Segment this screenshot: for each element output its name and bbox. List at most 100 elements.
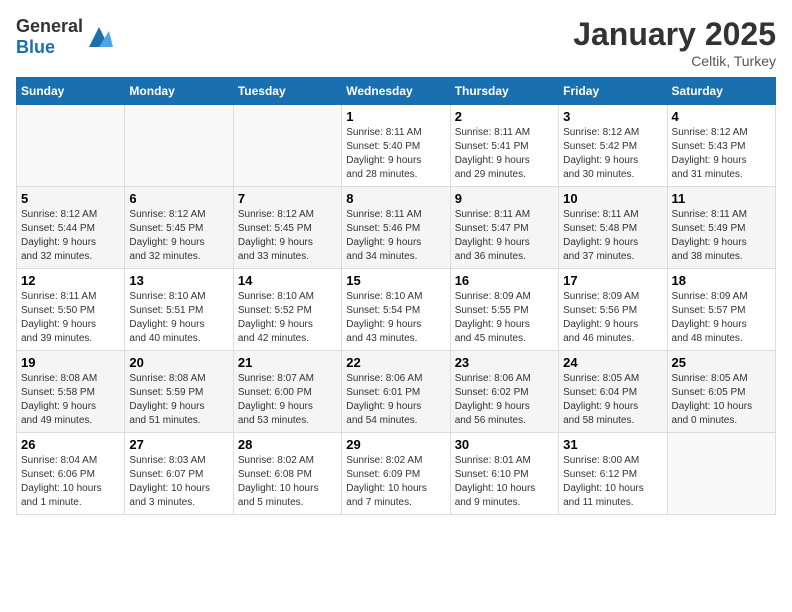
- calendar-day-cell: 10 Sunrise: 8:11 AM Sunset: 5:48 PM Dayli…: [559, 187, 667, 269]
- day-info: Sunrise: 8:00 AM Sunset: 6:12 PM Dayligh…: [563, 454, 662, 510]
- day-info: Sunrise: 8:11 AM Sunset: 5:48 PM Dayligh…: [563, 208, 662, 264]
- day-info: Sunrise: 8:12 AM Sunset: 5:45 PM Dayligh…: [129, 208, 228, 264]
- day-number: 5: [21, 191, 120, 206]
- day-number: 13: [129, 273, 228, 288]
- logo-icon: [85, 23, 113, 51]
- day-info: Sunrise: 8:02 AM Sunset: 6:09 PM Dayligh…: [346, 454, 445, 510]
- calendar-day-cell: 23 Sunrise: 8:06 AM Sunset: 6:02 PM Dayli…: [450, 351, 558, 433]
- col-friday: Friday: [559, 78, 667, 105]
- calendar-day-cell: 21 Sunrise: 8:07 AM Sunset: 6:00 PM Dayli…: [233, 351, 341, 433]
- col-tuesday: Tuesday: [233, 78, 341, 105]
- day-info: Sunrise: 8:12 AM Sunset: 5:43 PM Dayligh…: [672, 126, 771, 182]
- calendar-day-cell: 4 Sunrise: 8:12 AM Sunset: 5:43 PM Daylig…: [667, 105, 775, 187]
- calendar-week-row: 5 Sunrise: 8:12 AM Sunset: 5:44 PM Daylig…: [17, 187, 776, 269]
- calendar-week-row: 12 Sunrise: 8:11 AM Sunset: 5:50 PM Dayli…: [17, 269, 776, 351]
- calendar-day-cell: 28 Sunrise: 8:02 AM Sunset: 6:08 PM Dayli…: [233, 433, 341, 515]
- calendar-day-cell: [667, 433, 775, 515]
- calendar-day-cell: 31 Sunrise: 8:00 AM Sunset: 6:12 PM Dayli…: [559, 433, 667, 515]
- day-info: Sunrise: 8:08 AM Sunset: 5:58 PM Dayligh…: [21, 372, 120, 428]
- col-sunday: Sunday: [17, 78, 125, 105]
- day-number: 17: [563, 273, 662, 288]
- calendar-day-cell: 27 Sunrise: 8:03 AM Sunset: 6:07 PM Dayli…: [125, 433, 233, 515]
- day-info: Sunrise: 8:10 AM Sunset: 5:54 PM Dayligh…: [346, 290, 445, 346]
- calendar-header: Sunday Monday Tuesday Wednesday Thursday…: [17, 78, 776, 105]
- col-monday: Monday: [125, 78, 233, 105]
- calendar-day-cell: 2 Sunrise: 8:11 AM Sunset: 5:41 PM Daylig…: [450, 105, 558, 187]
- day-number: 15: [346, 273, 445, 288]
- calendar-table: Sunday Monday Tuesday Wednesday Thursday…: [16, 77, 776, 515]
- day-number: 7: [238, 191, 337, 206]
- day-info: Sunrise: 8:11 AM Sunset: 5:49 PM Dayligh…: [672, 208, 771, 264]
- day-number: 29: [346, 437, 445, 452]
- day-info: Sunrise: 8:12 AM Sunset: 5:45 PM Dayligh…: [238, 208, 337, 264]
- calendar-subtitle: Celtik, Turkey: [573, 53, 776, 69]
- day-info: Sunrise: 8:11 AM Sunset: 5:46 PM Dayligh…: [346, 208, 445, 264]
- calendar-day-cell: 16 Sunrise: 8:09 AM Sunset: 5:55 PM Dayli…: [450, 269, 558, 351]
- calendar-day-cell: 22Sunrise: 8:06 AM Sunset: 6:01 PM Dayli…: [342, 351, 450, 433]
- day-number: 30: [455, 437, 554, 452]
- day-info: Sunrise: 8:08 AM Sunset: 5:59 PM Dayligh…: [129, 372, 228, 428]
- day-info: Sunrise: 8:11 AM Sunset: 5:41 PM Dayligh…: [455, 126, 554, 182]
- day-info: Sunrise: 8:06 AM Sunset: 6:01 PM Dayligh…: [346, 372, 445, 428]
- day-number: 16: [455, 273, 554, 288]
- day-info: Sunrise: 8:05 AM Sunset: 6:04 PM Dayligh…: [563, 372, 662, 428]
- day-number: 4: [672, 109, 771, 124]
- calendar-day-cell: [125, 105, 233, 187]
- calendar-day-cell: 9 Sunrise: 8:11 AM Sunset: 5:47 PM Daylig…: [450, 187, 558, 269]
- calendar-day-cell: [233, 105, 341, 187]
- day-info: Sunrise: 8:09 AM Sunset: 5:55 PM Dayligh…: [455, 290, 554, 346]
- day-number: 27: [129, 437, 228, 452]
- calendar-day-cell: 15 Sunrise: 8:10 AM Sunset: 5:54 PM Dayli…: [342, 269, 450, 351]
- day-info: Sunrise: 8:04 AM Sunset: 6:06 PM Dayligh…: [21, 454, 120, 510]
- calendar-day-cell: 19 Sunrise: 8:08 AM Sunset: 5:58 PM Dayli…: [17, 351, 125, 433]
- calendar-day-cell: 24 Sunrise: 8:05 AM Sunset: 6:04 PM Dayli…: [559, 351, 667, 433]
- calendar-day-cell: 30 Sunrise: 8:01 AM Sunset: 6:10 PM Dayli…: [450, 433, 558, 515]
- calendar-week-row: 1Sunrise: 8:11 AM Sunset: 5:40 PM Daylig…: [17, 105, 776, 187]
- day-number: 23: [455, 355, 554, 370]
- calendar-day-cell: 29 Sunrise: 8:02 AM Sunset: 6:09 PM Dayli…: [342, 433, 450, 515]
- day-number: 10: [563, 191, 662, 206]
- title-section: January 2025 Celtik, Turkey: [573, 16, 776, 69]
- col-saturday: Saturday: [667, 78, 775, 105]
- calendar-day-cell: 7 Sunrise: 8:12 AM Sunset: 5:45 PM Daylig…: [233, 187, 341, 269]
- day-number: 2: [455, 109, 554, 124]
- calendar-day-cell: 8Sunrise: 8:11 AM Sunset: 5:46 PM Daylig…: [342, 187, 450, 269]
- day-number: 21: [238, 355, 337, 370]
- logo: General Blue: [16, 16, 113, 58]
- day-number: 18: [672, 273, 771, 288]
- calendar-body: 1Sunrise: 8:11 AM Sunset: 5:40 PM Daylig…: [17, 105, 776, 515]
- day-number: 20: [129, 355, 228, 370]
- day-info: Sunrise: 8:11 AM Sunset: 5:50 PM Dayligh…: [21, 290, 120, 346]
- day-number: 31: [563, 437, 662, 452]
- calendar-day-cell: 25Sunrise: 8:05 AM Sunset: 6:05 PM Dayli…: [667, 351, 775, 433]
- day-info: Sunrise: 8:10 AM Sunset: 5:51 PM Dayligh…: [129, 290, 228, 346]
- day-info: Sunrise: 8:11 AM Sunset: 5:47 PM Dayligh…: [455, 208, 554, 264]
- day-info: Sunrise: 8:01 AM Sunset: 6:10 PM Dayligh…: [455, 454, 554, 510]
- day-number: 3: [563, 109, 662, 124]
- day-number: 19: [21, 355, 120, 370]
- day-info: Sunrise: 8:12 AM Sunset: 5:44 PM Dayligh…: [21, 208, 120, 264]
- logo-general: General: [16, 16, 83, 36]
- day-number: 1: [346, 109, 445, 124]
- calendar-day-cell: 3 Sunrise: 8:12 AM Sunset: 5:42 PM Daylig…: [559, 105, 667, 187]
- day-number: 12: [21, 273, 120, 288]
- calendar-day-cell: 18 Sunrise: 8:09 AM Sunset: 5:57 PM Dayli…: [667, 269, 775, 351]
- day-info: Sunrise: 8:07 AM Sunset: 6:00 PM Dayligh…: [238, 372, 337, 428]
- day-info: Sunrise: 8:03 AM Sunset: 6:07 PM Dayligh…: [129, 454, 228, 510]
- day-info: Sunrise: 8:12 AM Sunset: 5:42 PM Dayligh…: [563, 126, 662, 182]
- day-number: 6: [129, 191, 228, 206]
- day-number: 28: [238, 437, 337, 452]
- day-number: 26: [21, 437, 120, 452]
- calendar-day-cell: 26 Sunrise: 8:04 AM Sunset: 6:06 PM Dayli…: [17, 433, 125, 515]
- day-info: Sunrise: 8:02 AM Sunset: 6:08 PM Dayligh…: [238, 454, 337, 510]
- calendar-day-cell: 12 Sunrise: 8:11 AM Sunset: 5:50 PM Dayli…: [17, 269, 125, 351]
- page-header: General Blue January 2025 Celtik, Turkey: [16, 16, 776, 69]
- calendar-day-cell: 6 Sunrise: 8:12 AM Sunset: 5:45 PM Daylig…: [125, 187, 233, 269]
- day-number: 14: [238, 273, 337, 288]
- logo-blue: Blue: [16, 37, 55, 57]
- day-info: Sunrise: 8:06 AM Sunset: 6:02 PM Dayligh…: [455, 372, 554, 428]
- day-number: 9: [455, 191, 554, 206]
- calendar-title: January 2025: [573, 16, 776, 53]
- day-info: Sunrise: 8:09 AM Sunset: 5:57 PM Dayligh…: [672, 290, 771, 346]
- day-number: 24: [563, 355, 662, 370]
